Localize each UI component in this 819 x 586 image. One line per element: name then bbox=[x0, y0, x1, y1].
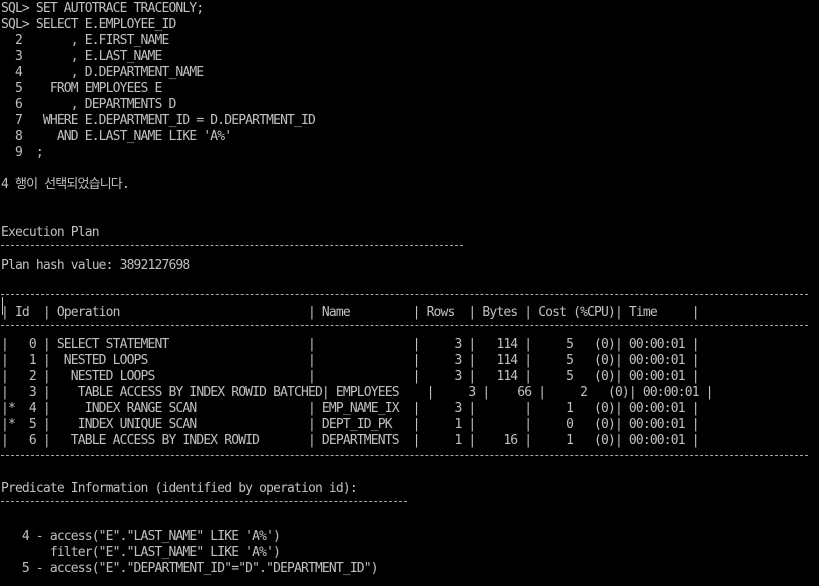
sql-line: 9 ; bbox=[1, 145, 44, 160]
predicate-line: 4 - access("E"."LAST_NAME" LIKE 'A%') bbox=[1, 529, 281, 544]
sql-line: 3 , E.LAST_NAME bbox=[1, 49, 162, 64]
sql-line: 8 AND E.LAST_NAME LIKE 'A%' bbox=[1, 129, 232, 144]
plan-table-header: | Id | Operation | Name | Rows | Bytes |… bbox=[1, 305, 700, 320]
sql-line: 2 , E.FIRST_NAME bbox=[1, 33, 169, 48]
plan-table-row: | 0 | SELECT STATEMENT | | 3 | 114 | 5 (… bbox=[1, 337, 700, 352]
sql-line: SQL> SELECT E.EMPLOYEE_ID bbox=[1, 17, 176, 32]
execution-plan-title: Execution Plan bbox=[1, 225, 100, 240]
plan-table-row: | 2 | NESTED LOOPS | | 3 | 114 | 5 (0)| … bbox=[1, 369, 700, 384]
sqlplus-console[interactable]: SQL> SET AUTOTRACE TRACEONLY; SQL> SELEC… bbox=[0, 0, 819, 586]
plan-table-row: | 6 | TABLE ACCESS BY INDEX ROWID | DEPA… bbox=[1, 433, 700, 448]
plan-table-row: | 3 | TABLE ACCESS BY INDEX ROWID BATCHE… bbox=[1, 385, 713, 400]
sql-line: 7 WHERE E.DEPARTMENT_ID = D.DEPARTMENT_I… bbox=[1, 113, 316, 128]
plan-hash-value: Plan hash value: 3892127698 bbox=[1, 258, 190, 273]
plan-table-bottom-border bbox=[1, 455, 808, 456]
plan-table-row: | 1 | NESTED LOOPS | | 3 | 114 | 5 (0)| … bbox=[1, 353, 700, 368]
predicate-underline bbox=[1, 501, 407, 502]
predicate-line: filter("E"."LAST_NAME" LIKE 'A%') bbox=[1, 545, 281, 560]
sql-line: 5 FROM EMPLOYEES E bbox=[1, 81, 162, 96]
sql-line: 4 , D.DEPARTMENT_NAME bbox=[1, 65, 204, 80]
rows-selected-message: 4 행이 선택되었습니다. bbox=[1, 177, 130, 192]
plan-table-row: |* 5 | INDEX UNIQUE SCAN | DEPT_ID_PK | … bbox=[1, 417, 700, 432]
predicate-title: Predicate Information (identified by ope… bbox=[1, 481, 358, 496]
sql-line: SQL> SET AUTOTRACE TRACEONLY; bbox=[1, 1, 204, 16]
plan-table-top-border bbox=[1, 294, 808, 295]
plan-table-row: |* 4 | INDEX RANGE SCAN | EMP_NAME_IX | … bbox=[1, 401, 700, 416]
plan-table-header-border bbox=[1, 325, 808, 326]
predicate-line: 5 - access("E"."DEPARTMENT_ID"="D"."DEPA… bbox=[1, 561, 379, 576]
execution-plan-underline bbox=[1, 245, 463, 246]
sql-line: 6 , DEPARTMENTS D bbox=[1, 97, 176, 112]
